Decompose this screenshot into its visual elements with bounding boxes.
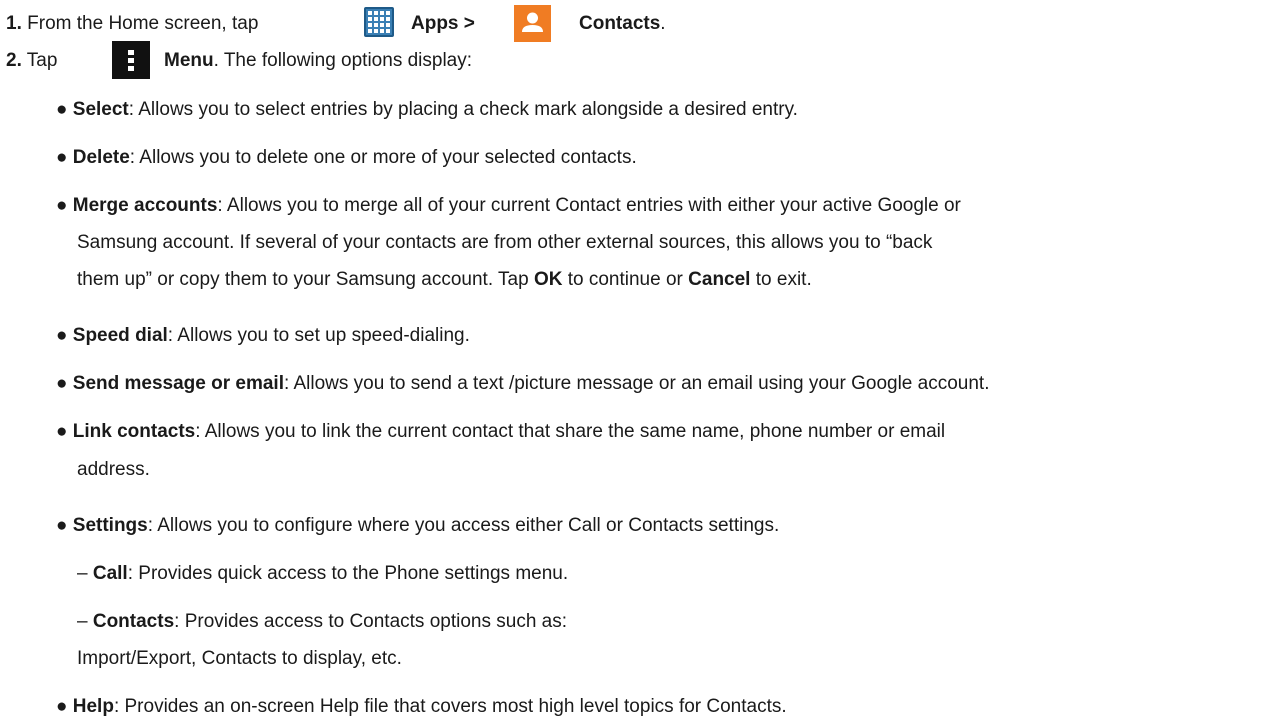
dash-icon: – <box>77 563 88 584</box>
bullet-send-message: ● Send message or email: Allows you to s… <box>56 373 990 394</box>
bullet-icon: ● <box>56 195 68 216</box>
step-1-contacts-label: Contacts. <box>579 13 666 34</box>
step-2: 2. Tap <box>6 50 58 71</box>
bullet-icon: ● <box>56 147 68 168</box>
bullet-icon: ● <box>56 421 68 442</box>
bullet-delete: ● Delete: Allows you to delete one or mo… <box>56 147 637 168</box>
bullet-merge-line-2: Samsung account. If several of your cont… <box>77 232 933 253</box>
bullet-speed-dial: ● Speed dial: Allows you to set up speed… <box>56 325 470 346</box>
step-2-menu-label: Menu. The following options display: <box>164 50 473 71</box>
apps-grid-icon <box>364 7 394 37</box>
bullet-link-contacts: ● Link contacts: Allows you to link the … <box>56 421 946 442</box>
subitem-call: – Call: Provides quick access to the Pho… <box>77 563 569 584</box>
step-1-apps-label: Apps > <box>411 13 475 34</box>
contacts-person-icon <box>514 5 551 42</box>
step-1: 1. From the Home screen, tap <box>6 13 259 34</box>
bullet-link-line-2: address. <box>77 459 150 480</box>
subitem-contacts: – Contacts: Provides access to Contacts … <box>77 611 568 632</box>
bullet-icon: ● <box>56 99 68 120</box>
subitem-contacts-line-2: Import/Export, Contacts to display, etc. <box>77 648 402 669</box>
bullet-icon: ● <box>56 373 68 394</box>
bullet-icon: ● <box>56 515 68 536</box>
bullet-icon: ● <box>56 696 68 717</box>
step-number: 1. <box>6 13 22 34</box>
bullet-select: ● Select: Allows you to select entries b… <box>56 99 798 120</box>
dash-icon: – <box>77 611 88 632</box>
menu-icon <box>112 41 150 79</box>
bullet-icon: ● <box>56 325 68 346</box>
bullet-settings: ● Settings: Allows you to configure wher… <box>56 515 780 536</box>
bullet-merge-accounts: ● Merge accounts: Allows you to merge al… <box>56 195 961 216</box>
bullet-merge-line-3: them up” or copy them to your Samsung ac… <box>77 269 812 290</box>
bullet-help: ● Help: Provides an on-screen Help file … <box>56 696 787 717</box>
step-number: 2. <box>6 50 22 71</box>
